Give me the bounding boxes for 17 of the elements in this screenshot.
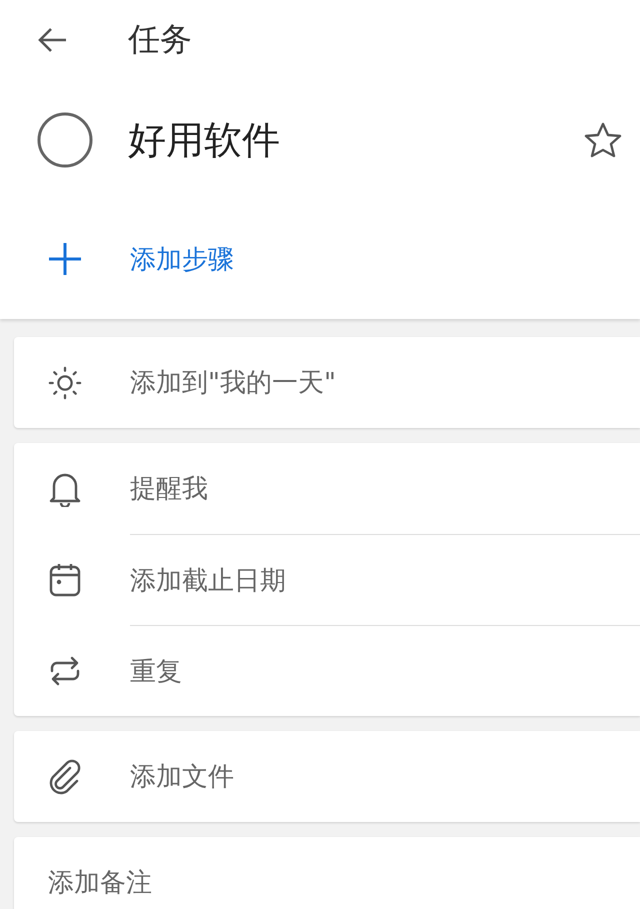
repeat-icon	[48, 654, 82, 686]
back-arrow-icon[interactable]	[36, 26, 68, 54]
option-item[interactable]: 提醒我	[130, 443, 640, 534]
paperclip-icon	[48, 758, 82, 794]
complete-checkbox[interactable]	[37, 112, 93, 168]
calendar-icon	[48, 562, 82, 598]
sun-icon	[48, 364, 82, 400]
option-item[interactable]: 添加文件	[130, 731, 640, 822]
option-item[interactable]: 添加截止日期	[130, 534, 640, 625]
option-item[interactable]: 添加到"我的一天"	[130, 337, 640, 428]
page-title: 任务	[128, 19, 192, 60]
star-icon[interactable]	[584, 122, 622, 158]
plus-icon[interactable]	[48, 242, 82, 276]
task-title[interactable]: 好用软件	[128, 114, 584, 166]
note-field[interactable]: 添加备注	[48, 837, 640, 909]
add-step-link[interactable]: 添加步骤	[130, 242, 234, 276]
option-item[interactable]: 重复	[130, 625, 640, 716]
